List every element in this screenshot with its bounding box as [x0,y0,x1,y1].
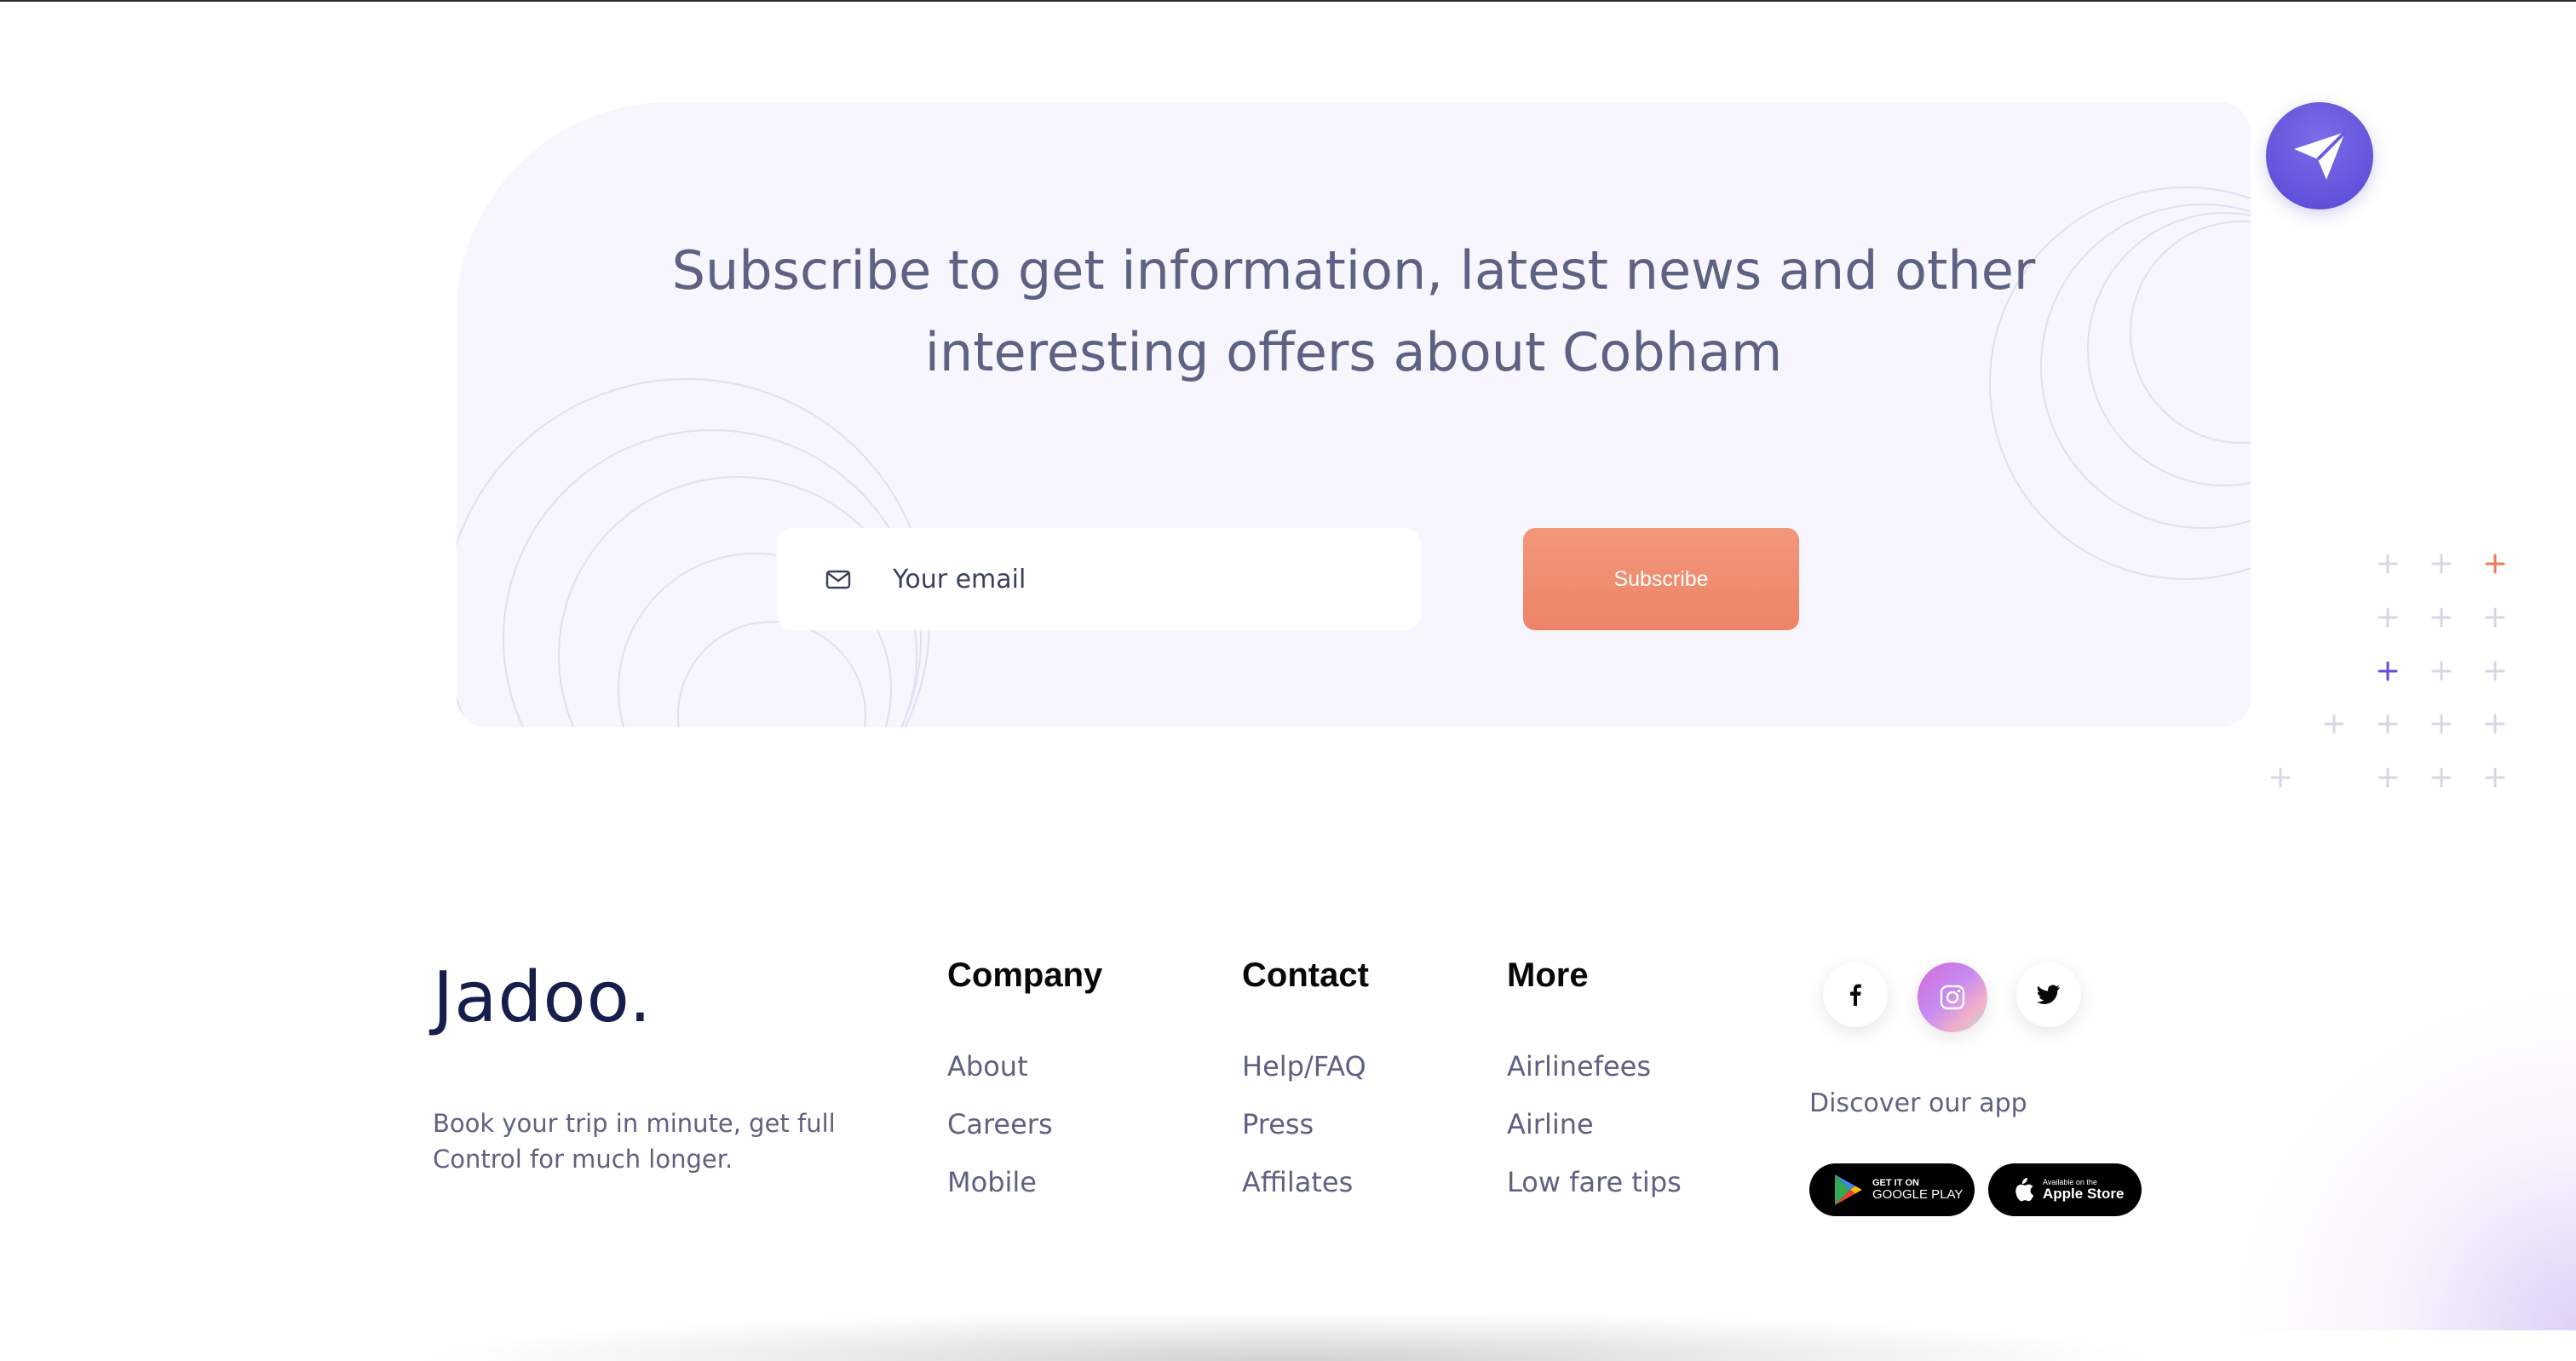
subscribe-button[interactable]: Subscribe [1523,528,1799,630]
subscribe-heading-line-2: interesting offers about Cobham [924,321,1783,383]
footer-link-airlinefees[interactable]: Airlinefees [1507,1049,1682,1083]
send-icon [2294,130,2347,180]
instagram-icon [1940,985,1965,1010]
footer-link-about[interactable]: About [947,1049,1102,1083]
apple-badge-big-text: Apple Store [2043,1186,2125,1202]
footer-link-affiliates[interactable]: Affilates [1242,1165,1369,1199]
footer-link-mobile[interactable]: Mobile [947,1165,1102,1199]
footer-column-contact: Contact Help/FAQ Press Affilates [1242,952,1369,1223]
apple-store-badge[interactable]: Available on the Apple Store [1988,1163,2142,1216]
google-badge-big-text: GOOGLE PLAY [1872,1187,1964,1202]
google-play-icon [1835,1174,1862,1205]
facebook-button[interactable] [1823,962,1888,1027]
footer-link-help-faq[interactable]: Help/FAQ [1242,1049,1369,1083]
footer-link-careers[interactable]: Careers [947,1107,1102,1141]
discover-app-label: Discover our app [1809,1088,2027,1118]
footer-column-more: More Airlinefees Airline Low fare tips [1507,952,1682,1223]
brand-tagline: Book your trip in minute, get full Contr… [433,1109,836,1174]
email-field[interactable] [777,528,1421,630]
plus-pattern-decoration [2270,554,2505,788]
send-badge [2266,102,2373,210]
instagram-button[interactable] [1918,962,1987,1032]
corner-glow-decoration [2232,988,2576,1330]
footer-column-company: Company About Careers Mobile [947,952,1102,1223]
google-play-badge[interactable]: GET IT ON GOOGLE PLAY [1809,1163,1975,1216]
footer-link-press[interactable]: Press [1242,1107,1369,1141]
envelope-icon [825,570,851,589]
brand-logo[interactable]: Jadoo. [433,956,652,1041]
column-heading-contact: Contact [1242,956,1369,994]
email-input[interactable] [893,555,1387,603]
bottom-shadow-decoration [409,1310,2164,1361]
window-top-border [0,0,2576,2]
twitter-icon [2037,985,2060,1004]
column-heading-company: Company [947,956,1103,994]
subscribe-card: Subscribe to get information, latest new… [457,102,2251,727]
footer-link-airline[interactable]: Airline [1507,1107,1682,1141]
twitter-button[interactable] [2016,962,2081,1027]
footer-link-low-fare-tips[interactable]: Low fare tips [1507,1165,1682,1199]
subscribe-heading-line-1: Subscribe to get information, latest new… [671,239,2036,301]
facebook-icon [1850,984,1861,1006]
decorative-rings [457,187,2251,727]
column-heading-more: More [1507,956,1589,994]
subscribe-heading: Subscribe to get information, latest new… [593,230,2114,393]
apple-icon [2015,1178,2034,1202]
